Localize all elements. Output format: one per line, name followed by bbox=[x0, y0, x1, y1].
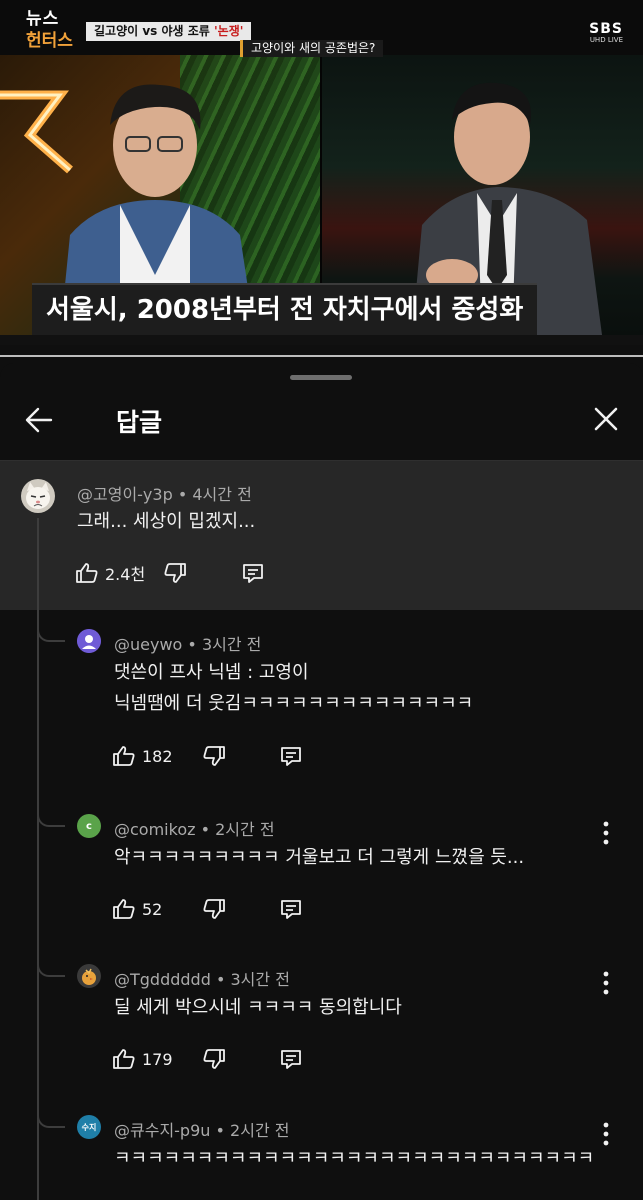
dislike-button[interactable] bbox=[202, 1195, 226, 1200]
parent-author[interactable]: @고영이-y3p bbox=[77, 485, 173, 504]
reply-button[interactable] bbox=[241, 558, 265, 588]
reply-author[interactable]: @큐수지-p9u bbox=[114, 1121, 210, 1140]
parent-comment: @고영이-y3p • 4시간 전 그래... 세상이 밉겠지... 2.4천 bbox=[0, 461, 643, 610]
like-button[interactable]: 179 bbox=[112, 1044, 173, 1074]
broadcast-headline: 길고양이 vs 야생 조류 '논쟁' bbox=[86, 22, 252, 41]
parent-avatar[interactable] bbox=[21, 479, 55, 513]
sheet-header: 답글 bbox=[0, 383, 643, 458]
reply-comment: @Tgdddddd • 3시간 전 딜 세게 박으시네 ㅋㅋㅋㅋ 동의합니다 1… bbox=[0, 955, 643, 1095]
parent-time: 4시간 전 bbox=[192, 485, 252, 504]
thumbs-up-icon bbox=[113, 899, 135, 919]
comment-icon bbox=[281, 900, 301, 919]
video-caption: 서울시, 2008년부터 전 자치구에서 중성화 bbox=[32, 283, 538, 335]
reply-actions bbox=[112, 1195, 332, 1200]
like-count: 2.4천 bbox=[105, 565, 146, 584]
reply-button[interactable] bbox=[279, 894, 303, 924]
reply-comment: @ueywo • 3시간 전 댓쓴이 프사 닉넴 : 고영이 닉넴땜에 더 웃김… bbox=[0, 620, 643, 790]
reply-time: 2시간 전 bbox=[215, 820, 275, 839]
reply-button[interactable] bbox=[279, 1044, 303, 1074]
dislike-button[interactable] bbox=[202, 1044, 226, 1074]
arrow-left-icon bbox=[25, 407, 53, 433]
reply-author[interactable]: @comikoz bbox=[114, 820, 196, 839]
more-options-icon[interactable] bbox=[598, 1121, 614, 1147]
comment-icon bbox=[243, 564, 263, 583]
reply-text-line: 댓쓴이 프사 닉넴 : 고영이 bbox=[114, 662, 309, 683]
reply-avatar-letter: c bbox=[86, 820, 92, 832]
reply-comment: c @comikoz • 2시간 전 악ㅋㅋㅋㅋㅋㅋㅋㅋㅋ 거울보고 더 그렇게… bbox=[0, 805, 643, 945]
sheet-title: 답글 bbox=[116, 408, 163, 437]
reply-meta: @큐수지-p9u • 2시간 전 bbox=[114, 1117, 289, 1141]
video-progress-bar[interactable] bbox=[0, 355, 643, 357]
reply-avatar[interactable]: c bbox=[77, 814, 101, 838]
close-icon bbox=[594, 407, 618, 431]
reply-meta: @ueywo • 3시간 전 bbox=[114, 631, 261, 655]
cat-avatar-icon bbox=[21, 479, 55, 513]
reply-avatar[interactable] bbox=[77, 629, 101, 653]
drag-handle[interactable] bbox=[290, 375, 352, 380]
reply-meta: @comikoz • 2시간 전 bbox=[114, 816, 275, 840]
like-button[interactable]: 52 bbox=[112, 894, 162, 924]
reply-comment: 수지 @큐수지-p9u • 2시간 전 ㅋㅋㅋㅋㅋㅋㅋㅋㅋㅋㅋㅋㅋㅋㅋㅋㅋㅋㅋㅋ… bbox=[0, 1106, 643, 1200]
dislike-button[interactable] bbox=[202, 741, 226, 771]
like-count: 52 bbox=[142, 899, 163, 919]
reply-author[interactable]: @ueywo bbox=[114, 635, 182, 654]
meta-dot: • bbox=[177, 485, 193, 504]
reply-avatar-letter: 수지 bbox=[81, 1122, 97, 1132]
reply-actions: 179 bbox=[112, 1044, 332, 1074]
reply-time: 3시간 전 bbox=[230, 970, 290, 989]
meta-dot: • bbox=[215, 970, 231, 989]
thumbs-up-icon bbox=[76, 563, 98, 583]
reply-text-line: 닉넴땜에 더 웃김ㅋㅋㅋㅋㅋㅋㅋㅋㅋㅋㅋㅋㅋㅋ bbox=[114, 693, 474, 714]
reply-time: 2시간 전 bbox=[230, 1121, 290, 1140]
like-count: 179 bbox=[142, 1049, 173, 1069]
reply-text-line: 악ㅋㅋㅋㅋㅋㅋㅋㅋㅋ 거울보고 더 그렇게 느꼈을 듯... bbox=[114, 847, 525, 868]
reply-text-line: 딜 세게 박으시네 ㅋㅋㅋㅋ 동의합니다 bbox=[114, 997, 402, 1018]
reply-avatar[interactable] bbox=[77, 964, 101, 988]
like-count: 182 bbox=[142, 746, 173, 766]
chick-avatar-icon bbox=[77, 964, 101, 988]
meta-dot: • bbox=[200, 820, 216, 839]
user-avatar-icon bbox=[77, 629, 101, 653]
parent-text: 그래... 세상이 밉겠지... bbox=[77, 511, 256, 532]
comment-icon bbox=[281, 747, 301, 766]
parent-meta: @고영이-y3p • 4시간 전 bbox=[77, 481, 252, 505]
dislike-button[interactable] bbox=[202, 894, 226, 924]
comment-icon bbox=[281, 1050, 301, 1069]
back-button[interactable] bbox=[20, 401, 58, 439]
headline-accent: '논쟁' bbox=[214, 24, 244, 38]
more-options-icon[interactable] bbox=[598, 820, 614, 846]
close-button[interactable] bbox=[588, 401, 624, 437]
like-button[interactable]: 2.4천 bbox=[75, 558, 145, 588]
headline-text: 길고양이 vs 야생 조류 bbox=[94, 24, 214, 38]
channel-logo: SBS UHD LIVE bbox=[589, 22, 623, 45]
reply-time: 3시간 전 bbox=[201, 635, 262, 654]
channel-name: SBS bbox=[589, 21, 623, 37]
channel-subtitle: UHD LIVE bbox=[589, 36, 623, 44]
show-logo-bottom: 헌터스 bbox=[26, 31, 73, 51]
video-player[interactable]: 뉴스 헌터스 길고양이 vs 야생 조류 '논쟁' 고양이와 새의 공존법은? … bbox=[0, 0, 643, 345]
thumbs-down-icon bbox=[203, 746, 225, 766]
thumbs-up-icon bbox=[113, 746, 135, 766]
dislike-button[interactable] bbox=[163, 558, 187, 588]
reply-text-line: ㅋㅋㅋㅋㅋㅋㅋㅋㅋㅋㅋㅋㅋㅋㅋㅋㅋㅋㅋㅋㅋㅋㅋㅋㅋㅋㅋㅋㅋ bbox=[114, 1148, 595, 1169]
reply-avatar[interactable]: 수지 bbox=[77, 1115, 101, 1139]
reply-button[interactable] bbox=[279, 1195, 303, 1200]
thumbs-down-icon bbox=[164, 563, 186, 583]
more-options-icon[interactable] bbox=[598, 970, 614, 996]
thumbs-up-icon bbox=[113, 1049, 135, 1069]
parent-actions: 2.4천 bbox=[75, 558, 295, 588]
meta-dot: • bbox=[187, 635, 202, 654]
broadcast-subheadline: 고양이와 새의 공존법은? bbox=[240, 40, 384, 57]
like-button[interactable] bbox=[112, 1195, 136, 1200]
meta-dot: • bbox=[215, 1121, 231, 1140]
reply-button[interactable] bbox=[279, 741, 303, 771]
reply-author[interactable]: @Tgdddddd bbox=[114, 970, 211, 989]
thumbs-down-icon bbox=[203, 899, 225, 919]
like-button[interactable]: 182 bbox=[112, 741, 173, 771]
reply-actions: 52 bbox=[112, 894, 332, 924]
reply-actions: 182 bbox=[112, 741, 332, 771]
thumbs-down-icon bbox=[203, 1049, 225, 1069]
show-logo: 뉴스 헌터스 bbox=[22, 4, 92, 52]
reply-meta: @Tgdddddd • 3시간 전 bbox=[114, 966, 290, 990]
